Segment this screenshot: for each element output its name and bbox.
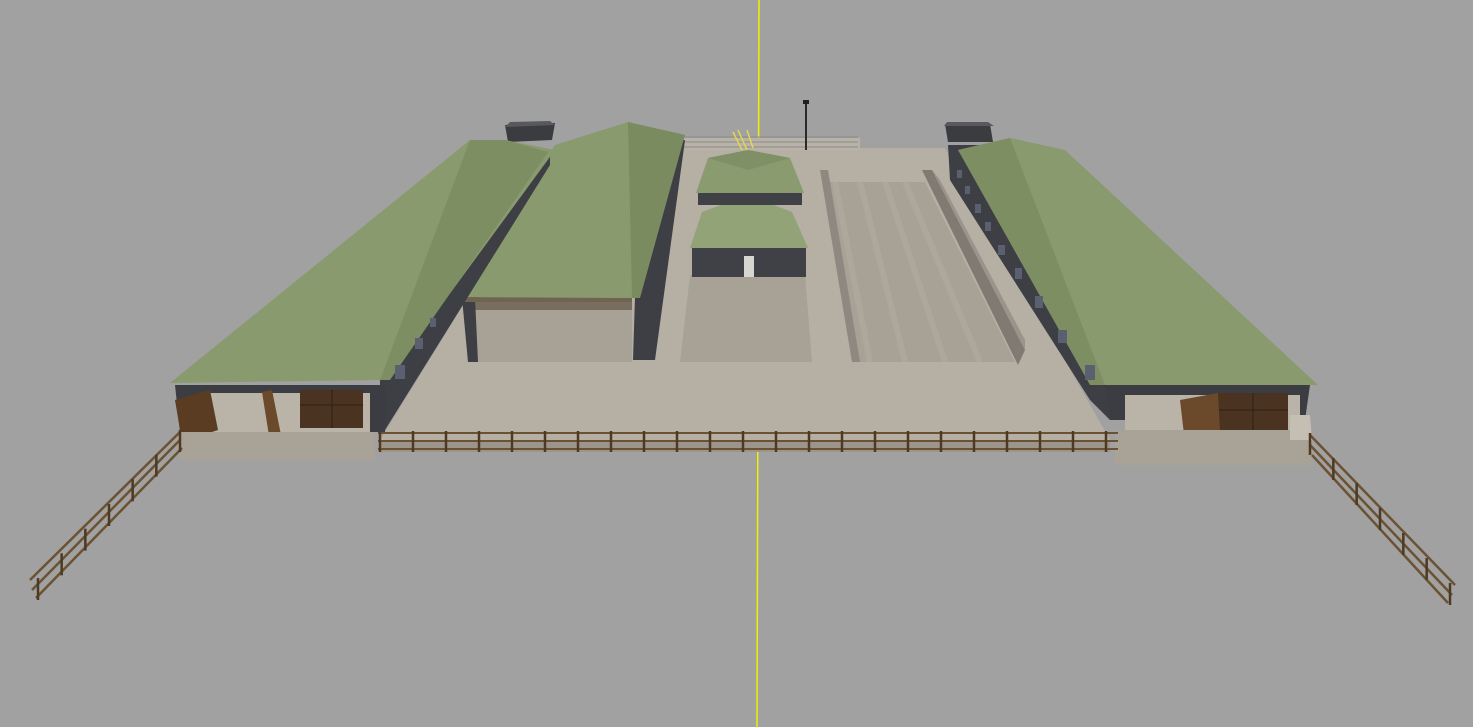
right-manure-bin-top [944,122,994,126]
right-barn-ramp [1290,415,1312,440]
right-manure-bin [945,124,993,142]
3d-viewport[interactable] [0,0,1473,727]
left-barn-base [175,432,375,460]
center-building-door[interactable] [744,256,754,277]
left-diagonal-fence [29,431,183,599]
farm-scene[interactable] [0,0,1473,727]
center-lane-floor [680,275,812,362]
right-diagonal-fence [1309,434,1456,604]
lamp-head [803,100,809,104]
right-fence-posts [1308,433,1452,605]
back-pen [683,138,860,150]
right-barn-base [1115,430,1312,465]
